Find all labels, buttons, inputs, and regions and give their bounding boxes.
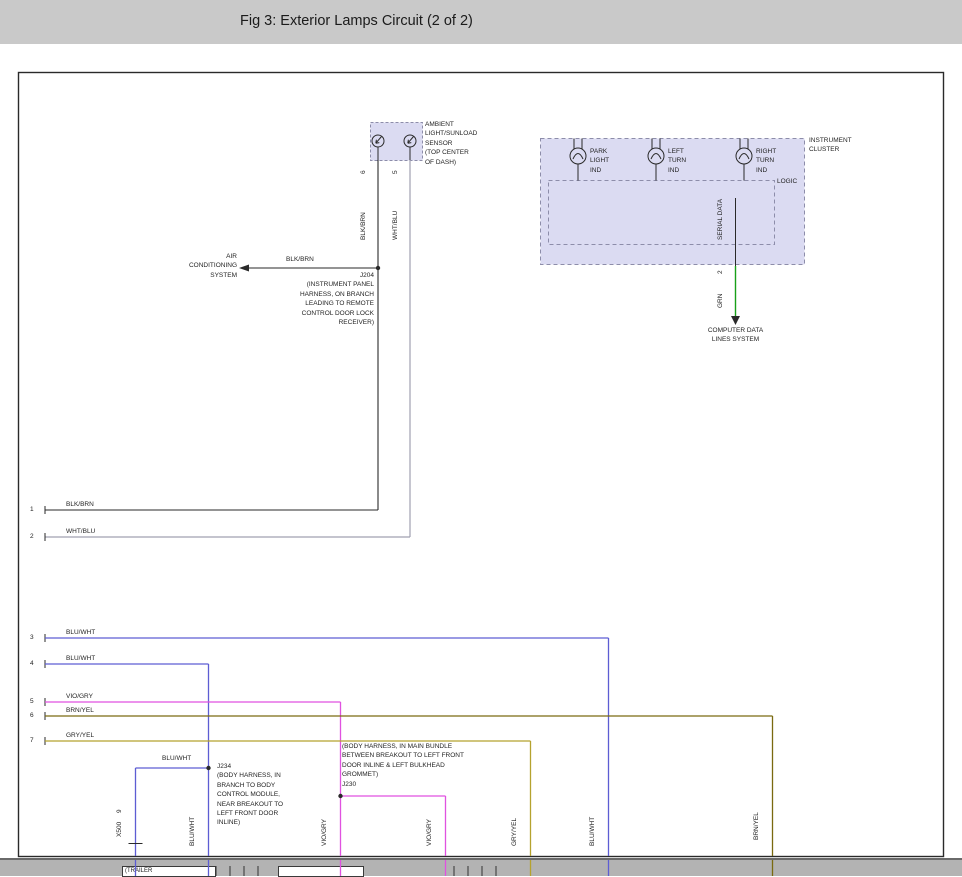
wire-bluwht-branch [134, 767, 209, 856]
wire-stub-viogry [339, 860, 447, 876]
wire-whtblu [45, 160, 411, 538]
connector-x500-pin: 9 [116, 809, 123, 813]
wire-label: BLU/WHT [66, 655, 96, 662]
pin-number: 7 [30, 737, 34, 744]
pin-number: 2 [30, 533, 34, 540]
serial-data-label: SERIAL DATA [717, 198, 724, 240]
sensor-label: AMBIENT LIGHT/SUNLOAD SENSOR (TOP CENTER… [425, 121, 478, 166]
air-conditioning-label: AIR CONDITIONING SYSTEM [188, 253, 237, 279]
wire-label: BLK/BRN [66, 501, 94, 508]
wire-label-brnyel-vertical: BRN/YEL [753, 812, 760, 840]
splice-j230-dot [338, 793, 343, 799]
wire-label-viogry-vertical: VIO/GRY [321, 819, 328, 846]
left-turn-ind-label: LEFT TURN IND [668, 148, 687, 174]
wiring-diagram-page: { "header": { "title": "Fig 3: Exterior … [0, 0, 962, 877]
wire-label-grn: GRN [717, 293, 724, 308]
pin-number: 5 [30, 698, 34, 705]
connector-x500-label: X500 [116, 821, 123, 837]
wire-stub-bluwht [134, 860, 610, 876]
cluster-pin-label: 2 [717, 270, 724, 274]
splice-j234-label: J234 (BODY HARNESS, IN BRANCH TO BODY CO… [217, 763, 284, 827]
wire-label: GRY/YEL [66, 732, 95, 739]
wire-label-bluwht-vertical: BLU/WHT [189, 816, 196, 846]
wire-label-blkbrn-vertical: BLK/BRN [360, 212, 367, 240]
splice-j204-dot [375, 265, 381, 271]
wire-label-bluwht-branch: BLU/WHT [162, 755, 192, 762]
splice-j234-dot [206, 765, 211, 771]
pin-number: 3 [30, 634, 34, 641]
logic-label: LOGIC [777, 178, 798, 185]
wire-blkbrn [45, 160, 379, 511]
wire-label: BLU/WHT [66, 629, 96, 636]
ac-system-arrow-icon [239, 264, 249, 272]
sensor-pin-left: 6 [360, 170, 367, 174]
wire-label: WHT/BLU [66, 528, 96, 535]
wire-label: VIO/GRY [66, 693, 93, 700]
park-light-ind-label: PARK LIGHT IND [590, 148, 610, 174]
wire-label-viogry-vertical: VIO/GRY [426, 819, 433, 846]
splice-j230-label: (BODY HARNESS, IN MAIN BUNDLE BETWEEN BR… [342, 743, 464, 788]
sensor-pin-right: 5 [392, 170, 399, 174]
computer-data-lines-label: COMPUTER DATA LINES SYSTEM [707, 327, 764, 344]
instrument-cluster-label: INSTRUMENT CLUSTER [809, 137, 852, 154]
wire-label-whtblu-vertical: WHT/BLU [392, 210, 399, 240]
pin-number: 6 [30, 712, 34, 719]
bottom-strip-ticks [215, 866, 497, 876]
wire-label: BRN/YEL [66, 707, 94, 714]
wire-label-gryyel-vertical: GRY/YEL [511, 817, 518, 846]
pin-number: 4 [30, 660, 34, 667]
right-turn-ind-label: RIGHT TURN IND [756, 148, 777, 174]
wire-label-bluwht-vertical: BLU/WHT [589, 816, 596, 846]
splice-j204-label: J204 (INSTRUMENT PANEL HARNESS, ON BRANC… [299, 272, 374, 327]
wire-label-blkbrn-branch: BLK/BRN [286, 256, 314, 263]
pin-number: 1 [30, 506, 34, 513]
computer-data-arrow-icon [731, 316, 740, 325]
